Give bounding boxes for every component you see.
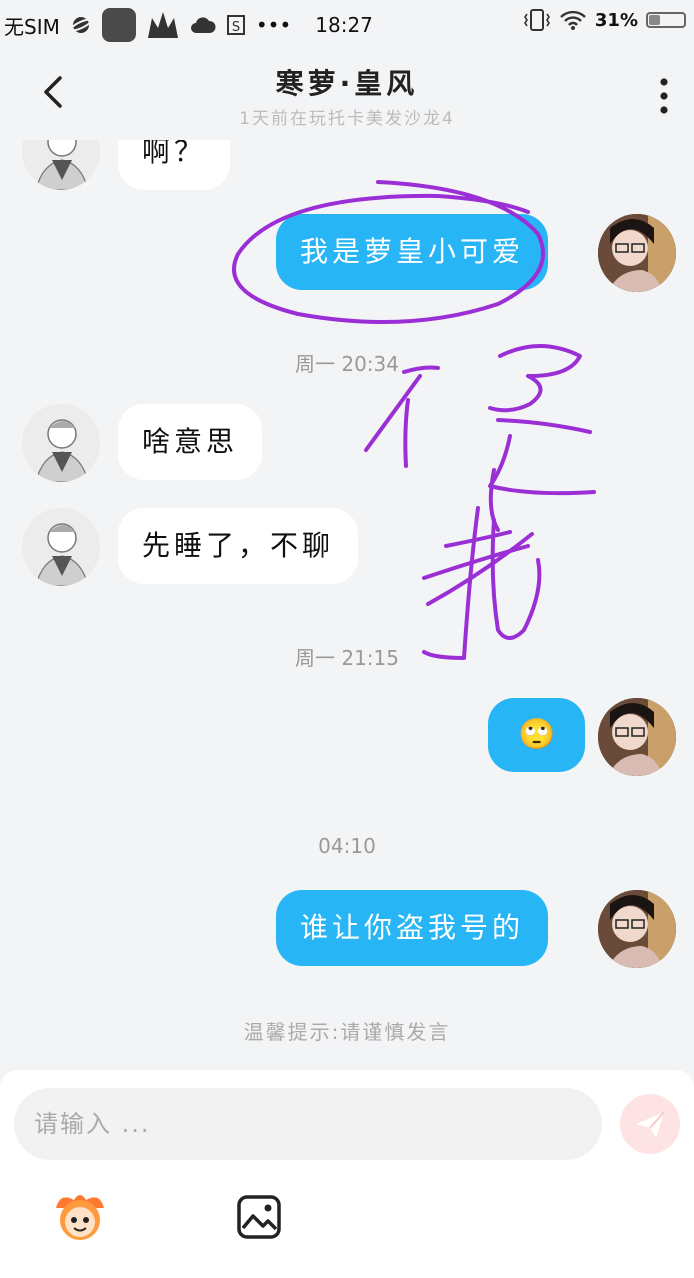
contact-name: 寒萝·皇风 xyxy=(275,67,419,100)
timestamp: 周一 21:15 xyxy=(295,646,399,670)
selfie-portrait-icon xyxy=(598,890,676,968)
paper-plane-icon xyxy=(636,1111,665,1138)
cloud-icon xyxy=(190,17,216,33)
selfie-portrait-icon xyxy=(598,698,676,776)
message-list[interactable]: 啊？ 我是萝皇小可爱 周一 20:34 啥意思 先睡了，不聊 周一 21:15 … xyxy=(0,140,694,1070)
sketch-portrait-icon xyxy=(22,404,100,482)
timestamp: 04:10 xyxy=(318,834,376,858)
svg-text:S: S xyxy=(232,20,240,35)
message-input[interactable] xyxy=(14,1088,602,1160)
sketch-portrait-icon xyxy=(22,140,100,190)
planet-icon xyxy=(69,17,92,33)
carrier-label: 无SIM xyxy=(4,14,60,39)
my-avatar[interactable] xyxy=(598,214,676,292)
safety-tip: 温馨提示:请谨慎发言 xyxy=(243,1020,451,1044)
crown-icon xyxy=(147,12,178,38)
message-bubble-outgoing[interactable]: 谁让你盗我号的 xyxy=(276,890,549,966)
wifi-icon xyxy=(560,10,586,30)
timestamp: 周一 20:34 xyxy=(295,352,399,376)
battery-percent: 31% xyxy=(594,9,638,31)
contact-avatar[interactable] xyxy=(22,140,100,190)
message-bubble-outgoing[interactable]: 🙄 xyxy=(488,698,586,772)
s-box-icon: S xyxy=(226,15,245,35)
chat-header: 寒萝·皇风 1天前在玩托卡美发沙龙4 xyxy=(0,44,694,140)
selfie-portrait-icon xyxy=(598,214,676,292)
message-bubble-incoming[interactable]: 先睡了，不聊 xyxy=(118,508,359,584)
contact-avatar[interactable] xyxy=(22,404,100,482)
my-avatar[interactable] xyxy=(598,890,676,968)
app-square-icon xyxy=(101,8,136,42)
battery-icon xyxy=(646,12,686,28)
more-status-dots: ••• xyxy=(255,13,292,37)
contact-avatar[interactable] xyxy=(22,508,100,586)
more-options-icon[interactable] xyxy=(654,76,674,116)
sticker-mascot-icon[interactable] xyxy=(50,1190,110,1242)
message-bubble-incoming[interactable]: 啊？ xyxy=(118,140,231,190)
status-bar: 无SIM S ••• 18:27 31% xyxy=(0,0,694,44)
vibrate-icon xyxy=(523,9,550,31)
message-bubble-incoming[interactable]: 啥意思 xyxy=(118,404,263,480)
send-button[interactable] xyxy=(620,1094,680,1154)
clock: 18:27 xyxy=(315,13,373,37)
image-picker-icon[interactable] xyxy=(236,1194,282,1240)
input-bar xyxy=(0,1070,694,1278)
sketch-portrait-icon xyxy=(22,508,100,586)
contact-activity: 1天前在玩托卡美发沙龙4 xyxy=(239,109,455,129)
my-avatar[interactable] xyxy=(598,698,676,776)
message-bubble-outgoing[interactable]: 我是萝皇小可爱 xyxy=(276,214,549,290)
